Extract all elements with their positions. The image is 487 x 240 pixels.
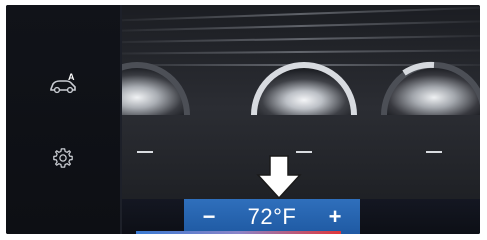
auto-climate-button[interactable]: A: [46, 67, 80, 101]
right-vent-dial[interactable]: [374, 25, 480, 195]
right-dial-ring: [381, 61, 480, 116]
left-dial-level-dash: [137, 151, 153, 153]
temperature-gradient-bar: [136, 231, 341, 234]
temperature-value: 72°F: [247, 203, 297, 229]
center-dial-ring: [251, 62, 357, 116]
settings-button[interactable]: [46, 141, 80, 175]
temp-decrease-button[interactable]: −: [198, 205, 220, 228]
gear-icon: [53, 148, 73, 168]
center-dial-level-dash: [296, 151, 312, 153]
auto-label: A: [68, 73, 75, 82]
temperature-control: − 72°F +: [184, 199, 360, 234]
climate-screen: A − 72°F +: [6, 5, 480, 234]
temp-increase-button[interactable]: +: [324, 205, 346, 228]
sidebar: A: [6, 5, 120, 234]
vent-slat: [122, 6, 480, 22]
left-dial-ring: [122, 62, 190, 116]
right-dial-level-dash: [426, 151, 442, 153]
car-auto-icon: A: [50, 73, 76, 94]
down-arrow-callout-icon: [256, 155, 302, 199]
left-vent-dial[interactable]: [122, 25, 197, 195]
